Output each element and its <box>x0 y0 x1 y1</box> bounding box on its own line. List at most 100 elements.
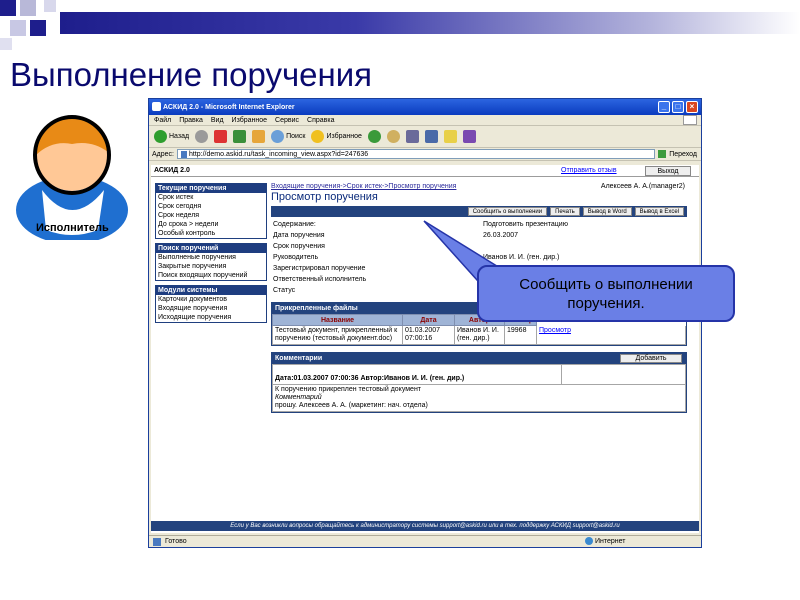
window-title: АСКИД 2.0 - Microsoft Internet Explorer <box>163 103 295 111</box>
address-input[interactable]: http://demo.askid.ru/task_incoming_view.… <box>176 149 656 159</box>
media-icon[interactable] <box>367 130 381 143</box>
sidebar-group-current: Текущие поручения Срок истек Срок сегодн… <box>155 183 267 239</box>
edit-icon[interactable] <box>424 130 438 143</box>
menu-bar: Файл Правка Вид Избранное Сервис Справка <box>149 115 701 126</box>
header-bar <box>60 12 800 34</box>
comment-meta: Дата:01.03.2007 07:00:36 Автор:Иванов И.… <box>271 364 563 385</box>
comments-table: Дата:01.03.2007 07:00:36 Автор:Иванов И.… <box>271 364 686 412</box>
sidebar-item-search-incoming[interactable]: Поиск входящих поручений <box>156 271 266 280</box>
page-footer: Если у Вас возникли вопросы обращайтесь … <box>151 521 699 531</box>
windows-flag-icon <box>683 115 697 125</box>
ie-icon <box>152 102 161 111</box>
menu-view[interactable]: Вид <box>211 117 224 124</box>
comment-line: Комментарий <box>275 394 322 401</box>
action-bar: Сообщить о выполнении Печать Вывод в Wor… <box>271 206 687 217</box>
report-completion-button[interactable]: Сообщить о выполнении <box>467 207 548 216</box>
view-file-link[interactable]: Просмотр <box>539 327 571 334</box>
exit-button[interactable]: Выход <box>645 166 691 176</box>
current-user: Алексеев А. А.(manager2) <box>600 183 685 190</box>
field-label: Дата поручения <box>273 232 325 239</box>
go-icon[interactable] <box>658 150 667 158</box>
address-bar: Адрес: http://demo.askid.ru/task_incomin… <box>149 148 701 161</box>
stop-icon[interactable] <box>214 130 228 143</box>
table-row: Тестовый документ, прикрепленный к поруч… <box>272 325 686 345</box>
sidebar-header: Поиск поручений <box>156 244 266 253</box>
sidebar-item-closed[interactable]: Закрытые поручения <box>156 262 266 271</box>
page-content: АСКИД 2.0 Отправить отзыв Выход Текущие … <box>151 165 699 533</box>
menu-help[interactable]: Справка <box>307 117 334 124</box>
sidebar-item-expired[interactable]: Срок истек <box>156 193 266 202</box>
status-bar: Готово Интернет <box>149 535 701 547</box>
page-done-icon <box>153 537 161 546</box>
folder-icon[interactable] <box>443 130 457 143</box>
column-header: Название <box>272 314 403 326</box>
close-button[interactable]: × <box>686 101 698 113</box>
address-label: Адрес: <box>152 150 174 158</box>
add-comment-button[interactable]: Добавить <box>620 354 682 363</box>
menu-favorites[interactable]: Избранное <box>232 117 267 124</box>
menu-edit[interactable]: Правка <box>179 117 203 124</box>
mail-icon[interactable] <box>386 130 400 143</box>
field-value: 26.03.2007 <box>483 232 519 239</box>
send-feedback-link[interactable]: Отправить отзыв <box>561 167 617 174</box>
sidebar-item-incoming[interactable]: Входящие поручения <box>156 304 266 313</box>
field-row: Дата поручения 26.03.2007 <box>271 230 687 241</box>
sidebar-item-completed[interactable]: Выполненые поручения <box>156 253 266 262</box>
browser-window: АСКИД 2.0 - Microsoft Internet Explorer … <box>148 98 702 548</box>
browser-toolbar: Назад Поиск Избранное <box>149 126 701 148</box>
back-button[interactable]: Назад <box>154 130 189 143</box>
sidebar-header: Текущие поручения <box>156 184 266 193</box>
search-icon <box>271 130 285 143</box>
menu-tools[interactable]: Сервис <box>275 117 299 124</box>
sidebar-item-outgoing[interactable]: Исходящие поручения <box>156 313 266 322</box>
field-label: Содержание: <box>273 221 316 228</box>
menu-file[interactable]: Файл <box>154 117 171 124</box>
sidebar-item-week[interactable]: Срок неделя <box>156 211 266 220</box>
print-button[interactable]: Печать <box>550 207 580 216</box>
file-name: Тестовый документ, прикрепленный к поруч… <box>272 325 403 345</box>
field-row: Срок поручения <box>271 241 687 252</box>
go-button[interactable]: Переход <box>669 151 701 158</box>
callout-box: Сообщить о выполнении поручения. <box>477 265 735 322</box>
field-label: Срок поручения <box>273 243 325 250</box>
minimize-button[interactable]: _ <box>658 101 670 113</box>
callout-line: поручения. <box>567 295 645 312</box>
breadcrumb[interactable]: Входящие поручения->Срок истек->Просмотр… <box>271 183 456 190</box>
search-button[interactable]: Поиск <box>271 130 305 143</box>
comment-line: К поручению прикреплен тестовый документ <box>275 386 422 393</box>
role-label: Исполнитель <box>36 222 109 234</box>
export-excel-button[interactable]: Вывод в Excel <box>634 207 684 216</box>
star-icon <box>311 130 325 143</box>
field-value: Подготовить презентацию <box>483 221 568 228</box>
page-icon <box>180 150 187 158</box>
forward-button[interactable] <box>195 130 209 143</box>
status-text: Готово <box>165 538 187 545</box>
user-avatar-icon <box>16 115 128 240</box>
export-word-button[interactable]: Вывод в Word <box>582 207 632 216</box>
internet-zone: Интернет <box>585 537 626 545</box>
sidebar-item-special-control[interactable]: Особый контроль <box>156 229 266 238</box>
field-label: Руководитель <box>273 254 319 261</box>
slide-title: Выполнение поручения <box>10 56 373 93</box>
refresh-icon[interactable] <box>233 130 247 143</box>
back-arrow-icon <box>154 130 167 143</box>
favorites-button[interactable]: Избранное <box>311 130 362 143</box>
field-label: Ответственный исполнитель <box>273 276 367 283</box>
sidebar-item-over-week[interactable]: До срока > недели <box>156 220 266 229</box>
messenger-icon[interactable] <box>462 130 476 143</box>
sidebar-item-doc-cards[interactable]: Карточки документов <box>156 295 266 304</box>
comments-section: Комментарии Добавить Дата:01.03.2007 07:0… <box>271 352 687 413</box>
file-author: Иванов И. И. (ген. дир.) <box>454 325 505 345</box>
field-row: Содержание: Подготовить презентацию <box>271 219 687 230</box>
home-icon[interactable] <box>252 130 266 143</box>
globe-icon <box>585 537 593 545</box>
print-icon[interactable] <box>405 130 419 143</box>
sidebar: Текущие поручения Срок истек Срок сегодн… <box>155 183 267 327</box>
sidebar-group-modules: Модули системы Карточки документов Входя… <box>155 285 267 323</box>
field-label: Статус <box>273 287 296 294</box>
sidebar-group-search: Поиск поручений Выполненые поручения Зак… <box>155 243 267 281</box>
sidebar-item-today[interactable]: Срок сегодня <box>156 202 266 211</box>
file-date: 01.03.2007 07:00:16 <box>402 325 455 345</box>
maximize-button[interactable]: □ <box>672 101 684 113</box>
section-header: Комментарии Добавить <box>272 353 686 364</box>
